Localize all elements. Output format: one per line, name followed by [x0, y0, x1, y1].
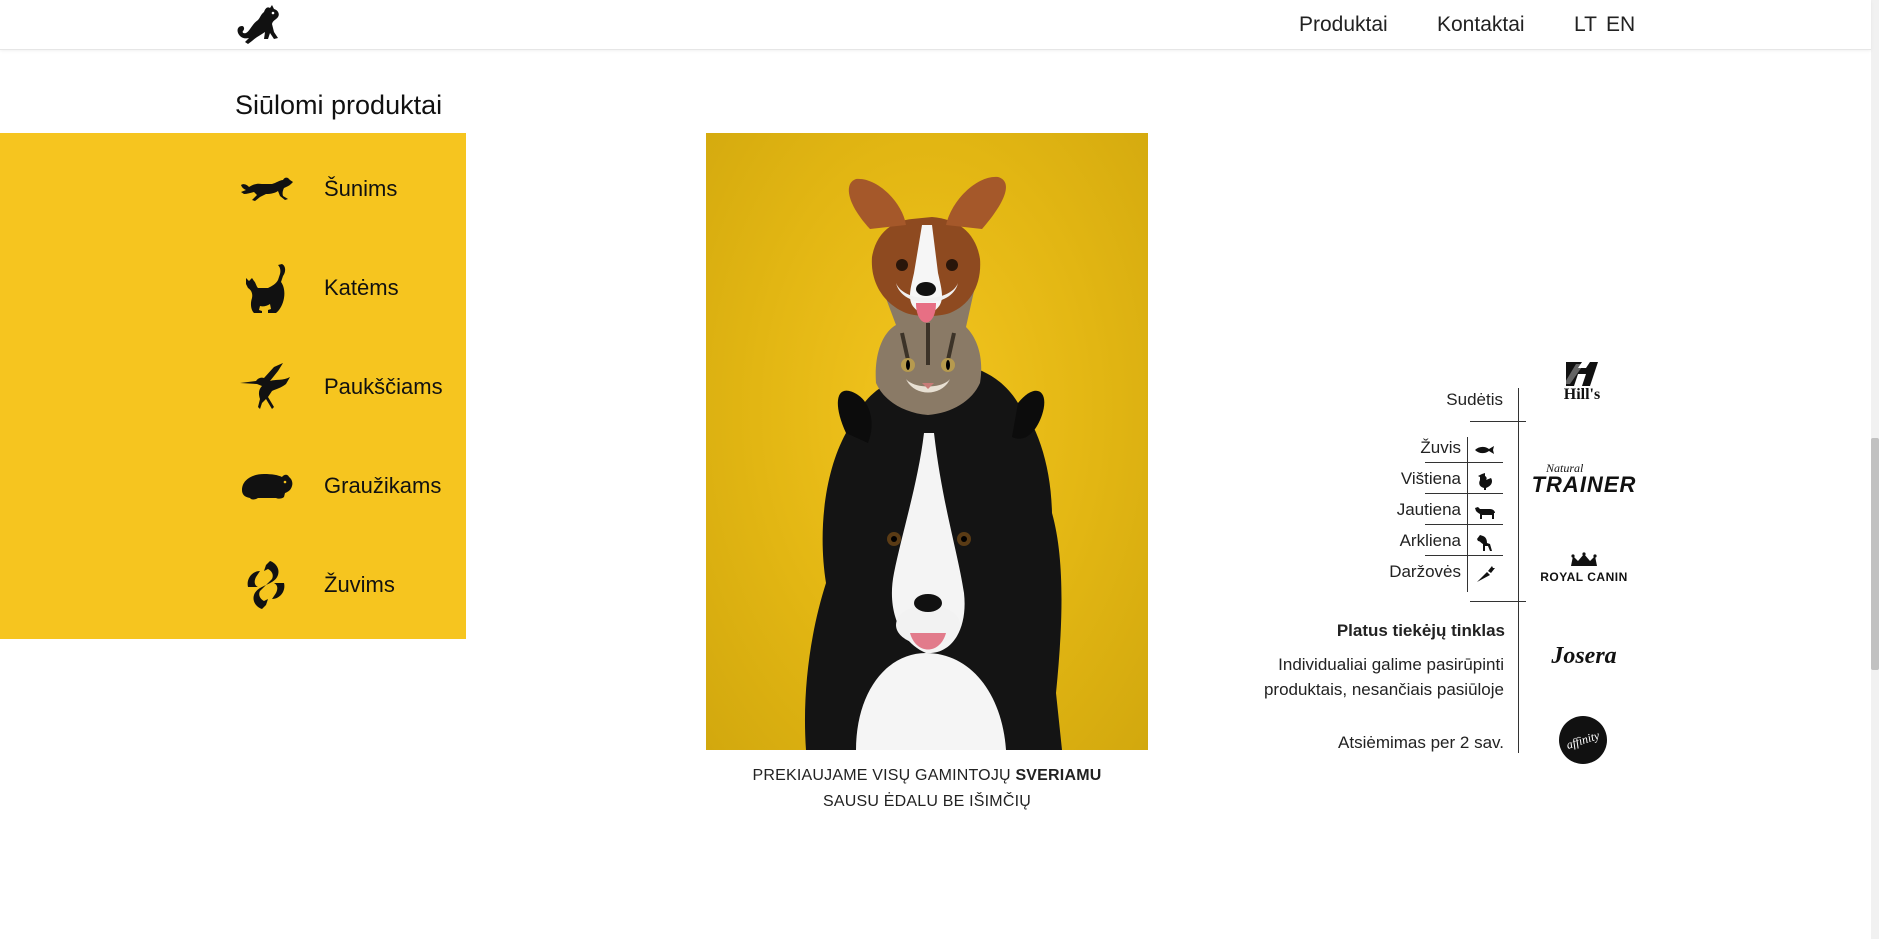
- category-pauksciams[interactable]: Paukščiams: [236, 357, 456, 417]
- brand-josera[interactable]: Josera: [1540, 640, 1628, 672]
- fish-icon: [236, 555, 296, 615]
- cow-icon: [1472, 501, 1498, 523]
- caption-line-2: SAUSU ĖDALU BE IŠIMČIŲ: [822, 793, 1031, 810]
- hills-logo-icon: [1564, 362, 1598, 386]
- ingredient-arkliena: Arkliena: [1399, 531, 1461, 550]
- composition-title: Sudėtis: [1446, 390, 1503, 409]
- brand-natural-trainer[interactable]: Natural TRAINER: [1532, 458, 1636, 500]
- category-label: Šunims: [324, 176, 398, 201]
- category-zuvims[interactable]: Žuvims: [236, 555, 456, 615]
- crown-icon: [1571, 552, 1597, 566]
- network-line-1: Individualiai galime pasirūpinti: [1278, 655, 1504, 674]
- category-grauzikams[interactable]: Graužikams: [236, 456, 456, 516]
- nav-produktai[interactable]: Produktai: [1299, 13, 1388, 37]
- chicken-icon: [1472, 470, 1498, 492]
- divider-bottom: [1470, 601, 1526, 602]
- ingredient-darzoves: Daržovės: [1389, 562, 1461, 581]
- scrollbar-thumb[interactable]: [1871, 438, 1879, 670]
- category-label: Žuvims: [324, 572, 395, 597]
- photo-caption: PREKIAUJAME VISŲ GAMINTOJŲ SVERIAMU SAUS…: [706, 763, 1148, 815]
- info-vertical-divider: [1518, 388, 1519, 753]
- carrot-icon: [1472, 563, 1498, 585]
- ingredient-vistiena: Vištiena: [1400, 469, 1461, 488]
- guinea-pig-icon: [236, 456, 296, 516]
- pets-photo: [706, 133, 1148, 750]
- section-title: Siūlomi produktai: [235, 90, 443, 120]
- pets-illustration: [804, 176, 1062, 750]
- row-divider: [1425, 462, 1503, 463]
- site-header: Produktai Kontaktai LT EN: [0, 0, 1871, 50]
- network-title: Platus tiekėjų tinklas: [1336, 621, 1505, 640]
- ingredient-icon-divider: [1467, 437, 1468, 592]
- lang-lt[interactable]: LT: [1574, 13, 1597, 37]
- ingredient-jautiena: Jautiena: [1396, 500, 1461, 519]
- category-label: Katėms: [324, 275, 399, 300]
- category-katems[interactable]: Katėms: [236, 258, 456, 318]
- brand-affinity[interactable]: affinity: [1559, 716, 1607, 764]
- network-line-2: produktais, nesančiais pasiūloje: [1263, 680, 1504, 699]
- category-label: Graužikams: [324, 473, 442, 498]
- row-divider: [1425, 524, 1503, 525]
- fish-icon: [1472, 439, 1498, 461]
- running-dog-icon: [236, 159, 296, 219]
- sitting-cat-icon: [236, 258, 296, 318]
- ingredient-zuvis: Žuvis: [1420, 438, 1461, 457]
- divider-top: [1470, 421, 1526, 422]
- row-divider: [1425, 555, 1503, 556]
- brand-hills[interactable]: Hill's: [1544, 356, 1620, 408]
- category-sunims[interactable]: Šunims: [236, 159, 456, 219]
- dog-cat-logo-icon[interactable]: [234, 2, 286, 48]
- lang-en[interactable]: EN: [1606, 13, 1635, 37]
- category-label: Paukščiams: [324, 374, 443, 399]
- horse-icon: [1472, 532, 1498, 554]
- brand-royal-canin[interactable]: ROYAL CANIN: [1538, 548, 1630, 588]
- row-divider: [1425, 493, 1503, 494]
- caption-line-1: PREKIAUJAME VISŲ GAMINTOJŲ SVERIAMU: [752, 767, 1102, 784]
- pickup-text: Atsiėmimas per 2 sav.: [1338, 733, 1504, 752]
- hummingbird-icon: [236, 357, 296, 417]
- nav-kontaktai[interactable]: Kontaktai: [1437, 13, 1525, 37]
